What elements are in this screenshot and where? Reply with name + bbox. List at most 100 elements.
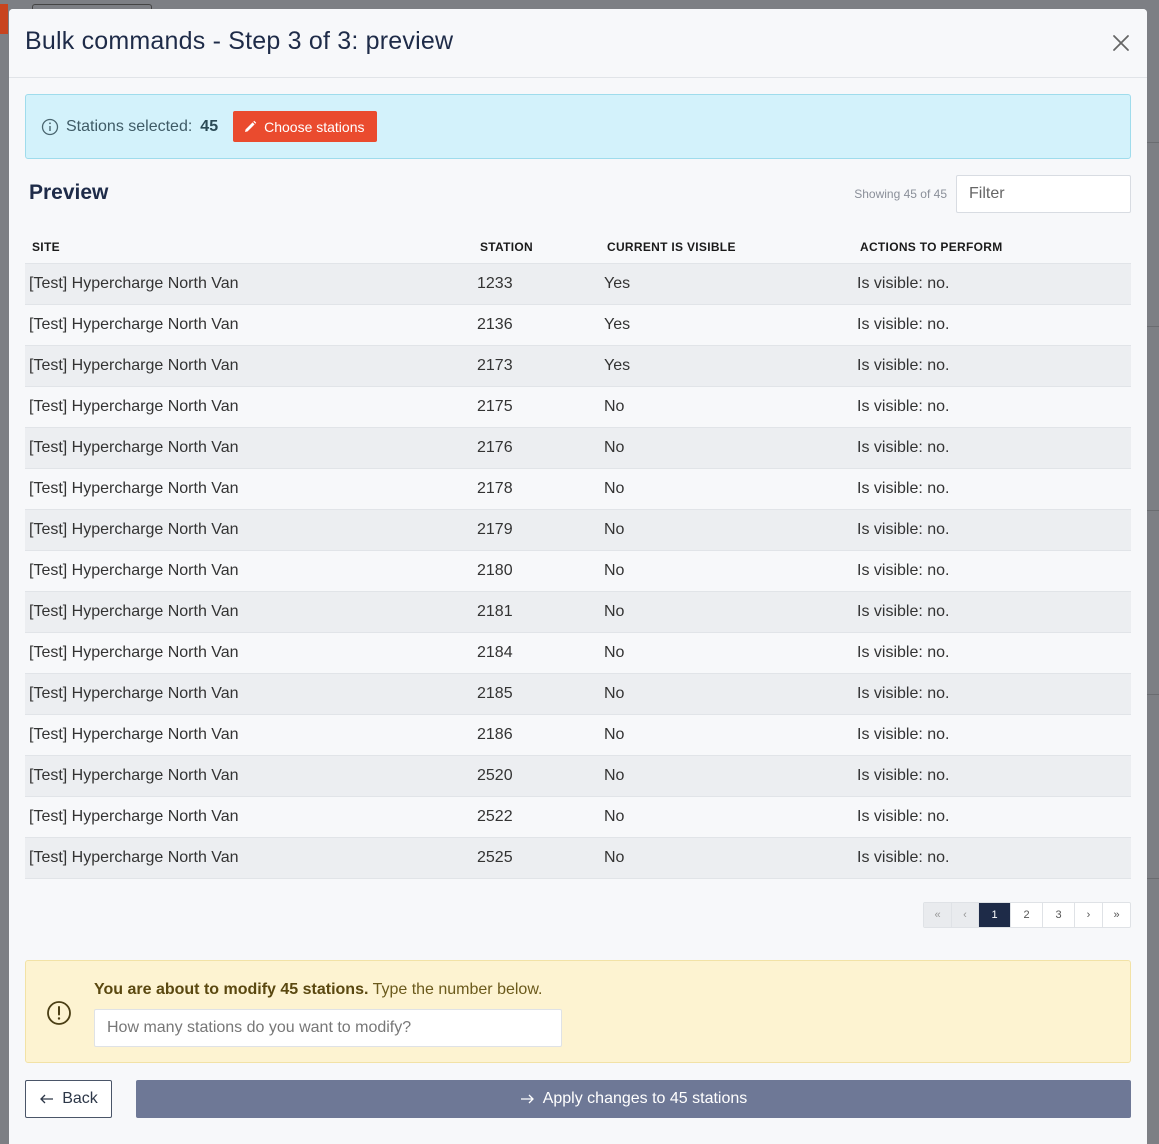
cell-site: [Test] Hypercharge North Van (25, 837, 473, 879)
cell-site: [Test] Hypercharge North Van (25, 550, 473, 592)
table-row: [Test] Hypercharge North Van 2181 No Is vis… (25, 591, 1131, 633)
pagination-prev[interactable]: ‹ (951, 903, 978, 927)
cell-current-is-visible: Yes (600, 304, 853, 346)
column-header-actions[interactable]: ACTIONS TO PERFORM (853, 232, 1131, 264)
showing-count: Showing 45 of 45 (854, 187, 947, 201)
table-row: [Test] Hypercharge North Van 2520 No Is vis… (25, 755, 1131, 797)
cell-actions: Is visible: no. (853, 837, 1131, 879)
close-button[interactable] (1109, 31, 1133, 55)
cell-actions: Is visible: no. (853, 386, 1131, 428)
pagination-page-1[interactable]: 1 (978, 903, 1010, 927)
cell-actions: Is visible: no. (853, 673, 1131, 715)
cell-actions: Is visible: no. (853, 632, 1131, 674)
background-divider (1147, 878, 1159, 879)
table-row: [Test] Hypercharge North Van 2175 No Is vis… (25, 386, 1131, 428)
cell-current-is-visible: No (600, 386, 853, 428)
pagination: « ‹ 1 2 3 › » (923, 902, 1131, 928)
cell-station: 2173 (473, 345, 600, 387)
cell-current-is-visible: No (600, 796, 853, 838)
cell-actions: Is visible: no. (853, 468, 1131, 510)
pagination-page-2[interactable]: 2 (1010, 903, 1042, 927)
apply-changes-button[interactable]: Apply changes to 45 stations (136, 1080, 1131, 1118)
table-row: [Test] Hypercharge North Van 2184 No Is vis… (25, 632, 1131, 674)
cell-current-is-visible: No (600, 673, 853, 715)
cell-current-is-visible: No (600, 755, 853, 797)
cell-actions: Is visible: no. (853, 591, 1131, 633)
table-row: [Test] Hypercharge North Van 1233 Yes Is vi… (25, 263, 1131, 305)
table-row: [Test] Hypercharge North Van 2180 No Is vis… (25, 550, 1131, 592)
table-row: [Test] Hypercharge North Van 2178 No Is vis… (25, 468, 1131, 510)
back-label: Back (62, 1090, 98, 1107)
background-divider (1147, 326, 1159, 327)
preview-table: SITE STATION CURRENT IS VISIBLE ACTIONS … (25, 232, 1131, 879)
cell-actions: Is visible: no. (853, 714, 1131, 756)
cell-station: 1233 (473, 263, 600, 305)
cell-current-is-visible: Yes (600, 263, 853, 305)
apply-changes-label: Apply changes to 45 stations (542, 1090, 748, 1107)
column-header-site[interactable]: SITE (25, 232, 473, 264)
cell-actions: Is visible: no. (853, 755, 1131, 797)
cell-actions: Is visible: no. (853, 263, 1131, 305)
arrow-left-icon (40, 1094, 54, 1104)
choose-stations-button[interactable]: Choose stations (233, 111, 377, 142)
choose-stations-label: Choose stations (264, 118, 365, 135)
cell-site: [Test] Hypercharge North Van (25, 386, 473, 428)
pagination-next[interactable]: › (1074, 903, 1102, 927)
cell-station: 2520 (473, 755, 600, 797)
table-row: [Test] Hypercharge North Van 2136 Yes Is vi… (25, 304, 1131, 346)
cell-station: 2186 (473, 714, 600, 756)
cell-site: [Test] Hypercharge North Van (25, 304, 473, 346)
table-row: [Test] Hypercharge North Van 2179 No Is vis… (25, 509, 1131, 551)
cell-actions: Is visible: no. (853, 509, 1131, 551)
pagination-last[interactable]: » (1102, 903, 1130, 927)
cell-actions: Is visible: no. (853, 550, 1131, 592)
warning-text-bold: You are about to modify 45 stations. (94, 981, 369, 998)
cell-station: 2525 (473, 837, 600, 879)
cell-station: 2179 (473, 509, 600, 551)
cell-current-is-visible: No (600, 468, 853, 510)
cell-actions: Is visible: no. (853, 304, 1131, 346)
cell-site: [Test] Hypercharge North Van (25, 714, 473, 756)
cell-station: 2175 (473, 386, 600, 428)
cell-site: [Test] Hypercharge North Van (25, 263, 473, 305)
back-button[interactable]: Back (25, 1080, 112, 1118)
arrow-right-icon (520, 1094, 534, 1104)
cell-current-is-visible: Yes (600, 345, 853, 387)
stations-selected-count: 45 (200, 117, 219, 135)
cell-site: [Test] Hypercharge North Van (25, 591, 473, 633)
cell-actions: Is visible: no. (853, 427, 1131, 469)
filter-input[interactable] (956, 175, 1131, 213)
exclamation-circle-icon (47, 1001, 71, 1025)
cell-site: [Test] Hypercharge North Van (25, 673, 473, 715)
cell-current-is-visible: No (600, 550, 853, 592)
cell-site: [Test] Hypercharge North Van (25, 345, 473, 387)
cell-actions: Is visible: no. (853, 345, 1131, 387)
table-row: [Test] Hypercharge North Van 2186 No Is vis… (25, 714, 1131, 756)
cell-station: 2181 (473, 591, 600, 633)
modal-title: Bulk commands - Step 3 of 3: preview (25, 27, 454, 55)
stations-selected-banner: Stations selected: 45 Choose stations (25, 94, 1131, 159)
modal-header: Bulk commands - Step 3 of 3: preview (9, 9, 1147, 78)
confirm-count-input[interactable] (94, 1009, 562, 1047)
warning-text-rest: Type the number below. (368, 981, 543, 998)
cell-current-is-visible: No (600, 591, 853, 633)
cell-site: [Test] Hypercharge North Van (25, 509, 473, 551)
cell-station: 2522 (473, 796, 600, 838)
cell-actions: Is visible: no. (853, 796, 1131, 838)
close-icon (1113, 35, 1129, 51)
confirmation-warning: You are about to modify 45 stations. Typ… (25, 960, 1131, 1063)
column-header-current-is-visible[interactable]: CURRENT IS VISIBLE (600, 232, 853, 264)
table-header-row: SITE STATION CURRENT IS VISIBLE ACTIONS … (25, 232, 1131, 264)
cell-site: [Test] Hypercharge North Van (25, 755, 473, 797)
cell-site: [Test] Hypercharge North Van (25, 632, 473, 674)
table-row: [Test] Hypercharge North Van 2525 No Is vis… (25, 837, 1131, 879)
pagination-first[interactable]: « (924, 903, 951, 927)
table-row: [Test] Hypercharge North Van 2185 No Is vis… (25, 673, 1131, 715)
pencil-icon (245, 120, 257, 132)
pagination-page-3[interactable]: 3 (1042, 903, 1074, 927)
stations-selected-label: Stations selected: (66, 117, 193, 135)
table-row: [Test] Hypercharge North Van 2173 Yes Is vi… (25, 345, 1131, 387)
table-row: [Test] Hypercharge North Van 2176 No Is vis… (25, 427, 1131, 469)
column-header-station[interactable]: STATION (473, 232, 600, 264)
cell-site: [Test] Hypercharge North Van (25, 796, 473, 838)
